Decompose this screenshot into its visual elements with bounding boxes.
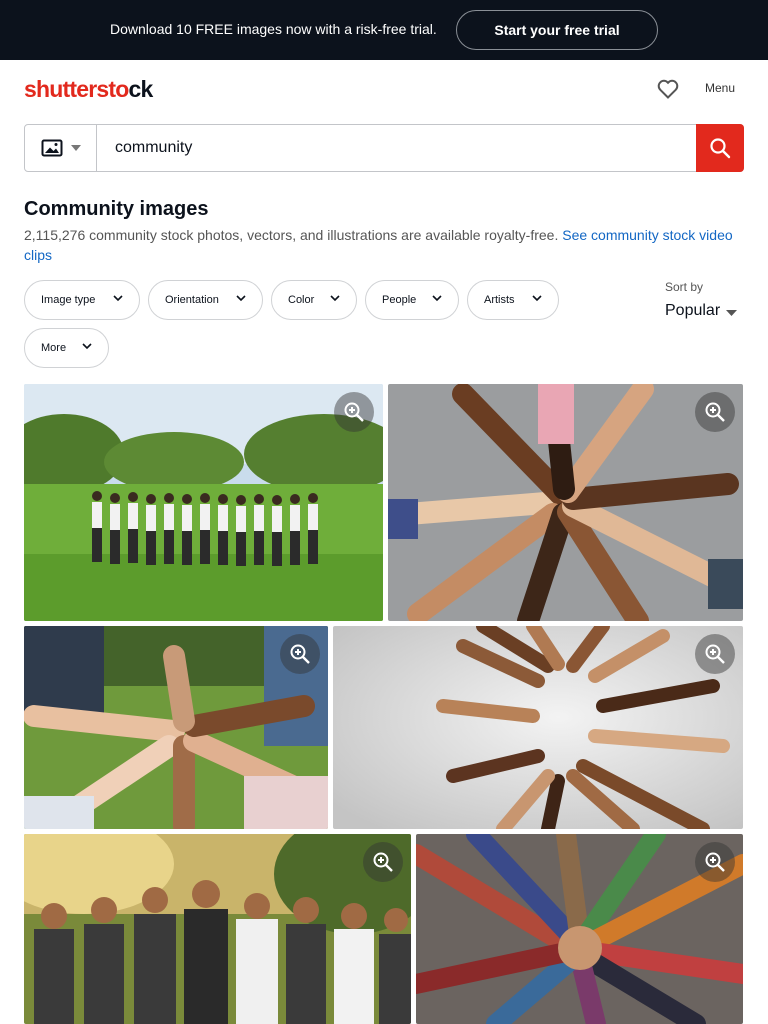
filter-label: Color <box>288 294 315 306</box>
sort-label: Sort by <box>665 280 704 294</box>
chevron-down-icon <box>432 295 442 302</box>
result-image[interactable] <box>24 626 328 829</box>
zoom-in-icon <box>373 852 393 872</box>
image-icon <box>41 139 62 157</box>
zoom-button[interactable] <box>695 392 735 432</box>
promo-text: Download 10 FREE images now with a risk-… <box>110 21 437 37</box>
promo-banner: Download 10 FREE images now with a risk-… <box>0 0 768 60</box>
chevron-down-icon <box>113 295 123 302</box>
logo-part-2: o <box>115 76 129 102</box>
site-header: shutterstock Menu <box>0 60 768 116</box>
filter-image-type[interactable]: Image type <box>24 280 140 320</box>
zoom-in-icon <box>705 852 725 872</box>
filter-artists[interactable]: Artists <box>467 280 559 320</box>
start-trial-button[interactable]: Start your free trial <box>456 10 658 50</box>
photo-group-in-field <box>24 384 383 621</box>
filter-label: Image type <box>41 294 96 306</box>
result-image[interactable] <box>388 384 743 621</box>
zoom-in-icon <box>290 644 310 664</box>
zoom-in-icon <box>705 402 725 422</box>
page-title: Community images <box>24 198 209 220</box>
filter-label: Orientation <box>165 294 219 306</box>
logo-part-1: shutterst <box>24 76 116 102</box>
result-image[interactable] <box>333 626 743 829</box>
zoom-button[interactable] <box>695 634 735 674</box>
result-image[interactable] <box>24 834 411 1024</box>
photo-hands-circle <box>416 834 743 1024</box>
search-type-dropdown[interactable] <box>25 125 97 171</box>
filter-more[interactable]: More <box>24 328 109 368</box>
filter-color[interactable]: Color <box>271 280 357 320</box>
filter-label: People <box>382 294 417 306</box>
filter-people[interactable]: People <box>365 280 459 320</box>
chevron-down-icon <box>532 295 542 302</box>
chevron-down-icon <box>330 295 340 302</box>
chevron-down-icon <box>82 343 92 350</box>
search-icon <box>710 138 731 159</box>
chevron-down-icon <box>236 295 246 302</box>
zoom-button[interactable] <box>280 634 320 674</box>
filter-label: More <box>41 342 67 354</box>
heart-icon[interactable] <box>656 77 680 101</box>
caret-down-icon <box>70 145 81 151</box>
zoom-in-icon <box>705 644 725 664</box>
caret-down-icon[interactable] <box>726 310 737 316</box>
photo-heart-hands <box>333 626 743 829</box>
result-image[interactable] <box>24 384 383 621</box>
shutterstock-logo[interactable]: shutterstock <box>24 76 153 103</box>
search-bar <box>24 124 744 172</box>
filter-label: Artists <box>484 294 515 306</box>
sort-dropdown[interactable]: Popular <box>665 302 720 320</box>
logo-part-3: ck <box>128 76 153 102</box>
photo-friends-group <box>24 834 411 1024</box>
results-count-text: 2,115,276 community stock photos, vector… <box>24 227 559 243</box>
zoom-button[interactable] <box>363 842 403 882</box>
results-description: 2,115,276 community stock photos, vector… <box>24 225 744 265</box>
result-image[interactable] <box>416 834 743 1024</box>
menu-button[interactable]: Menu <box>705 81 735 95</box>
search-button[interactable] <box>696 124 744 172</box>
filter-orientation[interactable]: Orientation <box>148 280 263 320</box>
zoom-button[interactable] <box>334 392 374 432</box>
search-input[interactable] <box>97 125 696 171</box>
zoom-in-icon <box>344 402 364 422</box>
photo-hands-together <box>388 384 743 621</box>
zoom-button[interactable] <box>695 842 735 882</box>
